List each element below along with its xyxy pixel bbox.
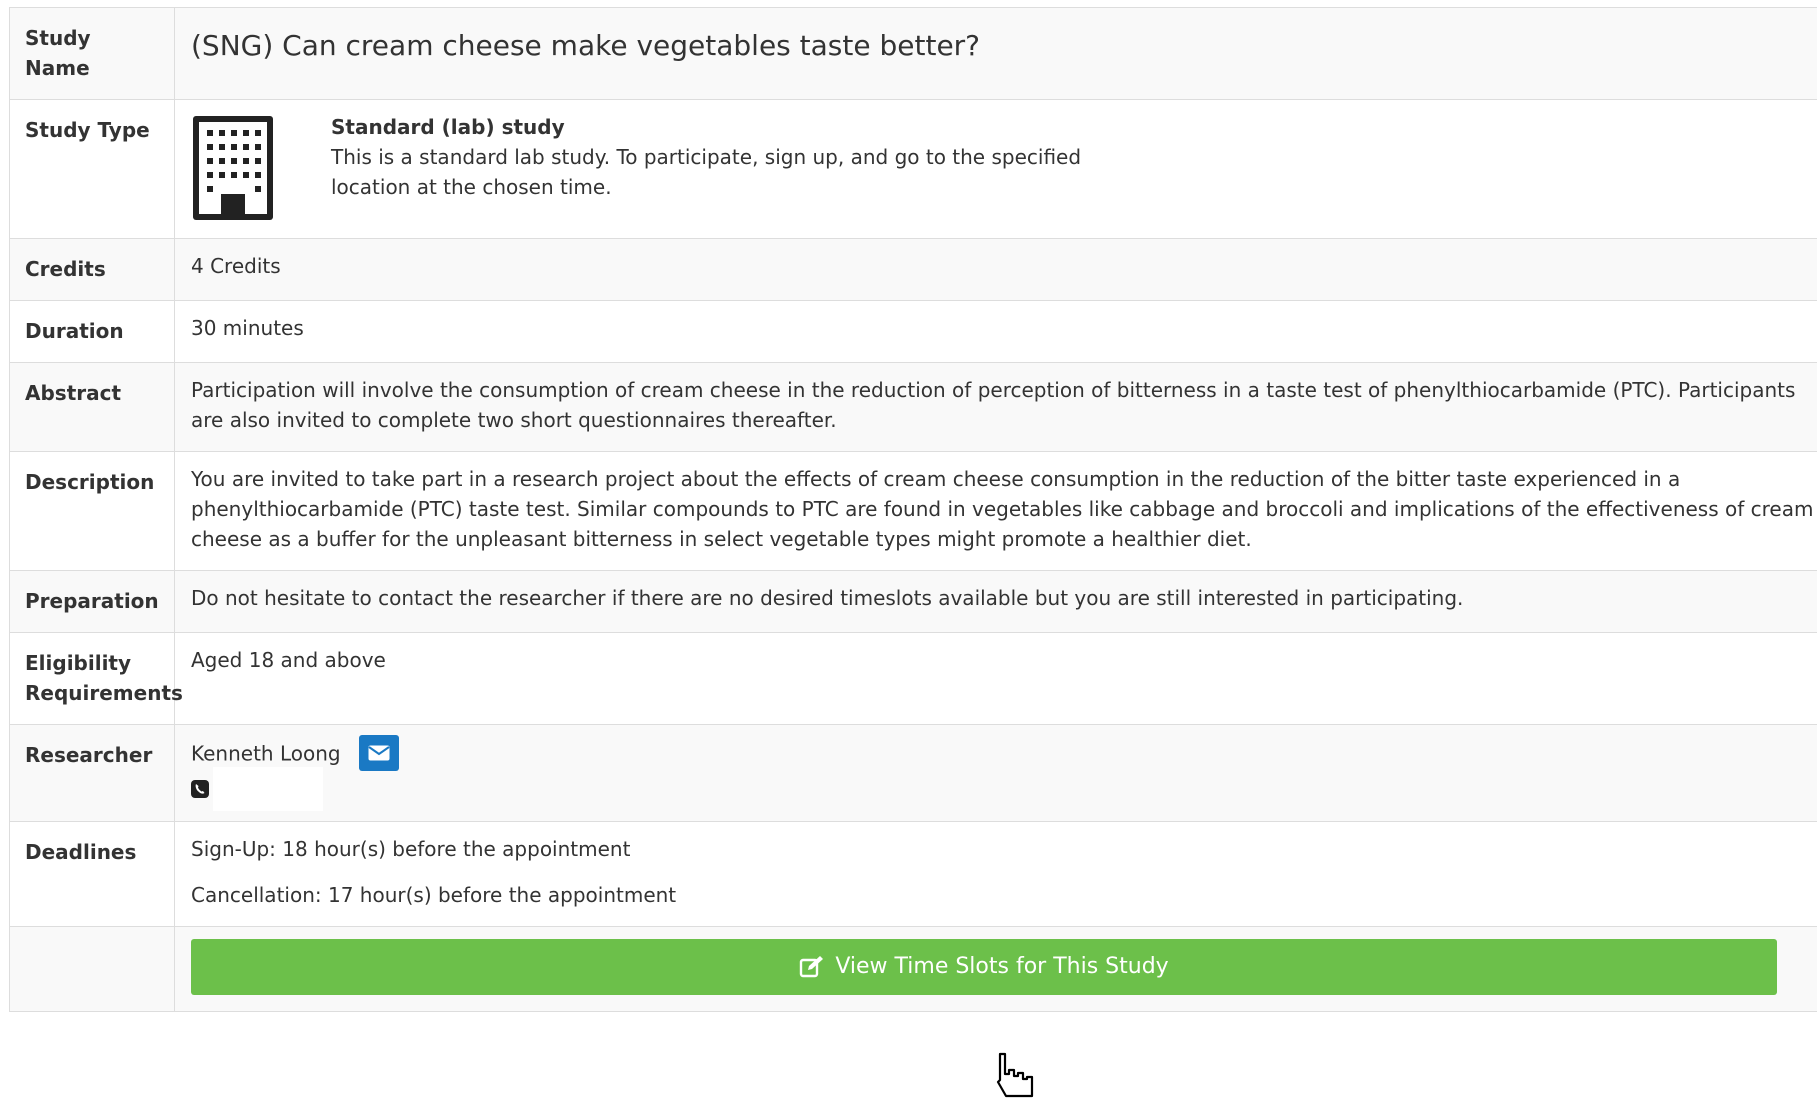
label-description: Description bbox=[10, 452, 175, 571]
researcher-name-line: Kenneth Loong bbox=[191, 737, 1817, 773]
label-preparation: Preparation bbox=[10, 571, 175, 633]
value-duration: 30 minutes bbox=[175, 301, 1817, 363]
label-abstract: Abstract bbox=[10, 363, 175, 452]
study-type-content: Standard (lab) study This is a standard … bbox=[191, 112, 1817, 222]
view-time-slots-button[interactable]: View Time Slots for This Study bbox=[191, 939, 1777, 995]
researcher-phone-line bbox=[191, 773, 1817, 805]
phone-number-redacted bbox=[213, 767, 323, 811]
value-action: View Time Slots for This Study bbox=[175, 927, 1817, 1012]
study-info-table: Study Name (SNG) Can cream cheese make v… bbox=[9, 7, 1817, 1012]
hand-cursor-icon bbox=[992, 1052, 1046, 1100]
row-preparation: Preparation Do not hesitate to contact t… bbox=[10, 571, 1817, 633]
researcher-name: Kenneth Loong bbox=[191, 742, 341, 766]
row-abstract: Abstract Participation will involve the … bbox=[10, 363, 1817, 452]
row-description: Description You are invited to take part… bbox=[10, 452, 1817, 571]
value-abstract: Participation will involve the consumpti… bbox=[175, 363, 1817, 452]
row-study-name: Study Name (SNG) Can cream cheese make v… bbox=[10, 8, 1817, 100]
label-study-type: Study Type bbox=[10, 100, 175, 239]
edit-icon bbox=[799, 955, 825, 979]
label-action-empty bbox=[10, 927, 175, 1012]
row-duration: Duration 30 minutes bbox=[10, 301, 1817, 363]
signup-deadline: Sign-Up: 18 hour(s) before the appointme… bbox=[191, 834, 1817, 864]
row-study-type: Study Type Standard (lab) stu bbox=[10, 100, 1817, 239]
study-name-text: (SNG) Can cream cheese make vegetables t… bbox=[191, 20, 1817, 64]
label-deadlines: Deadlines bbox=[10, 822, 175, 927]
label-researcher: Researcher bbox=[10, 725, 175, 822]
label-study-name: Study Name bbox=[10, 8, 175, 100]
value-researcher: Kenneth Loong bbox=[175, 725, 1817, 822]
value-deadlines: Sign-Up: 18 hour(s) before the appointme… bbox=[175, 822, 1817, 927]
value-credits: 4 Credits bbox=[175, 239, 1817, 301]
value-preparation: Do not hesitate to contact the researche… bbox=[175, 571, 1817, 633]
value-eligibility: Aged 18 and above bbox=[175, 633, 1817, 725]
cancellation-deadline: Cancellation: 17 hour(s) before the appo… bbox=[191, 880, 1817, 910]
row-researcher: Researcher Kenneth Loong bbox=[10, 725, 1817, 822]
label-duration: Duration bbox=[10, 301, 175, 363]
value-study-type: Standard (lab) study This is a standard … bbox=[175, 100, 1817, 239]
label-eligibility: Eligibility Requirements bbox=[10, 633, 175, 725]
email-researcher-button[interactable] bbox=[359, 735, 399, 771]
study-type-text: Standard (lab) study This is a standard … bbox=[331, 112, 1101, 202]
phone-icon bbox=[191, 780, 209, 798]
value-description: You are invited to take part in a resear… bbox=[175, 452, 1817, 571]
study-type-description: This is a standard lab study. To partici… bbox=[331, 142, 1101, 202]
envelope-icon bbox=[368, 745, 390, 761]
row-credits: Credits 4 Credits bbox=[10, 239, 1817, 301]
study-type-title: Standard (lab) study bbox=[331, 112, 1101, 142]
value-study-name: (SNG) Can cream cheese make vegetables t… bbox=[175, 8, 1817, 100]
row-deadlines: Deadlines Sign-Up: 18 hour(s) before the… bbox=[10, 822, 1817, 927]
building-icon bbox=[191, 114, 275, 222]
row-action: View Time Slots for This Study bbox=[10, 927, 1817, 1012]
row-eligibility: Eligibility Requirements Aged 18 and abo… bbox=[10, 633, 1817, 725]
label-credits: Credits bbox=[10, 239, 175, 301]
view-time-slots-label: View Time Slots for This Study bbox=[835, 952, 1168, 982]
